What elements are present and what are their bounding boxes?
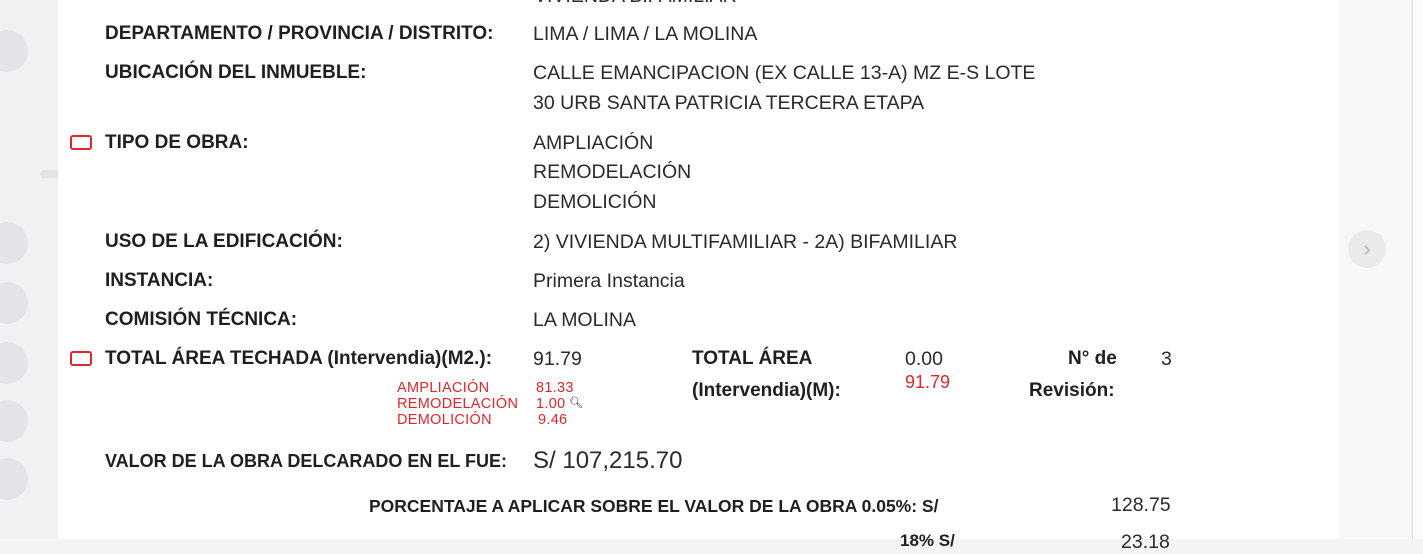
tipo-obra-value-2: REMODELACIÓN <box>533 161 692 183</box>
breakdown-remodelacion-name: REMODELACIÓN <box>397 396 519 412</box>
instancia-label: INSTANCIA: <box>105 270 214 291</box>
ubicacion-value-line1: CALLE EMANCIPACION (EX CALLE 13-A) MZ E-… <box>533 62 1036 84</box>
background-avatar <box>0 282 28 324</box>
uso-label: USO DE LA EDIFICACIÓN: <box>105 231 343 252</box>
comision-value: LA MOLINA <box>533 309 636 331</box>
area-total-label-line1: TOTAL ÁREA <box>692 348 813 369</box>
breakdown-demolicion-value: 9.46 <box>538 412 568 428</box>
valor-obra-label: VALOR DE LA OBRA DELCARADO EN EL FUE: <box>105 451 508 471</box>
area-techada-label: TOTAL ÁREA TECHADA (Intervendia)(M2.): <box>105 348 493 369</box>
window-edge <box>1412 0 1423 539</box>
zoom-in-icon[interactable]: 🔍︎ <box>569 396 583 409</box>
instancia-value: Primera Instancia <box>533 270 685 292</box>
area-total-value: 0.00 <box>905 348 943 370</box>
area-techada-check-mark <box>70 351 92 366</box>
revision-label-line1: N° de <box>1068 348 1117 369</box>
breakdown-ampliacion-name: AMPLIACIÓN <box>397 380 490 396</box>
tipo-obra-value-3: DEMOLICIÓN <box>533 191 657 213</box>
ubicacion-label: UBICACIÓN DEL INMUEBLE: <box>105 62 367 83</box>
breakdown-ampliacion-value: 81.33 <box>536 380 574 396</box>
area-total-annotation: 91.79 <box>905 372 951 392</box>
area-techada-value: 91.79 <box>533 348 582 370</box>
comision-label: COMISIÓN TÉCNICA: <box>105 309 298 330</box>
breakdown-demolicion-name: DEMOLICIÓN <box>397 412 492 428</box>
background-avatar <box>0 400 28 442</box>
porcentaje-label: PORCENTAJE A APLICAR SOBRE EL VALOR DE L… <box>369 496 939 516</box>
background-avatar <box>0 30 28 72</box>
top-cut-text: VIVIENDA BIFAMILIAR <box>534 0 737 8</box>
background-avatar <box>0 222 28 264</box>
igv-label: 18% S/ <box>900 531 955 550</box>
porcentaje-value: 128.75 <box>1111 494 1171 516</box>
valor-obra-value: S/ 107,215.70 <box>533 447 683 474</box>
background-avatar <box>0 458 28 500</box>
document-page: VIVIENDA BIFAMILIAR DEPARTAMENTO / PROVI… <box>58 0 1338 553</box>
igv-value: 23.18 <box>1121 531 1170 553</box>
background-avatar <box>0 342 28 384</box>
revision-value: 3 <box>1161 348 1172 370</box>
tipo-obra-value-1: AMPLIACIÓN <box>533 132 654 154</box>
departamento-label: DEPARTAMENTO / PROVINCIA / DISTRITO: <box>105 23 494 44</box>
tipo-obra-check-mark <box>70 135 92 150</box>
revision-label-line2: Revisión: <box>1029 380 1115 401</box>
ubicacion-value-line2: 30 URB SANTA PATRICIA TERCERA ETAPA <box>533 92 925 114</box>
breakdown-remodelacion-value: 1.00 <box>536 396 566 412</box>
chevron-right-icon[interactable]: › <box>1348 230 1386 268</box>
departamento-value: LIMA / LIMA / LA MOLINA <box>533 23 758 45</box>
uso-value: 2) VIVIENDA MULTIFAMILIAR - 2A) BIFAMILI… <box>533 231 958 253</box>
area-total-label-line2: (Intervendia)(M): <box>692 380 841 401</box>
tipo-obra-label: TIPO DE OBRA: <box>105 132 249 153</box>
